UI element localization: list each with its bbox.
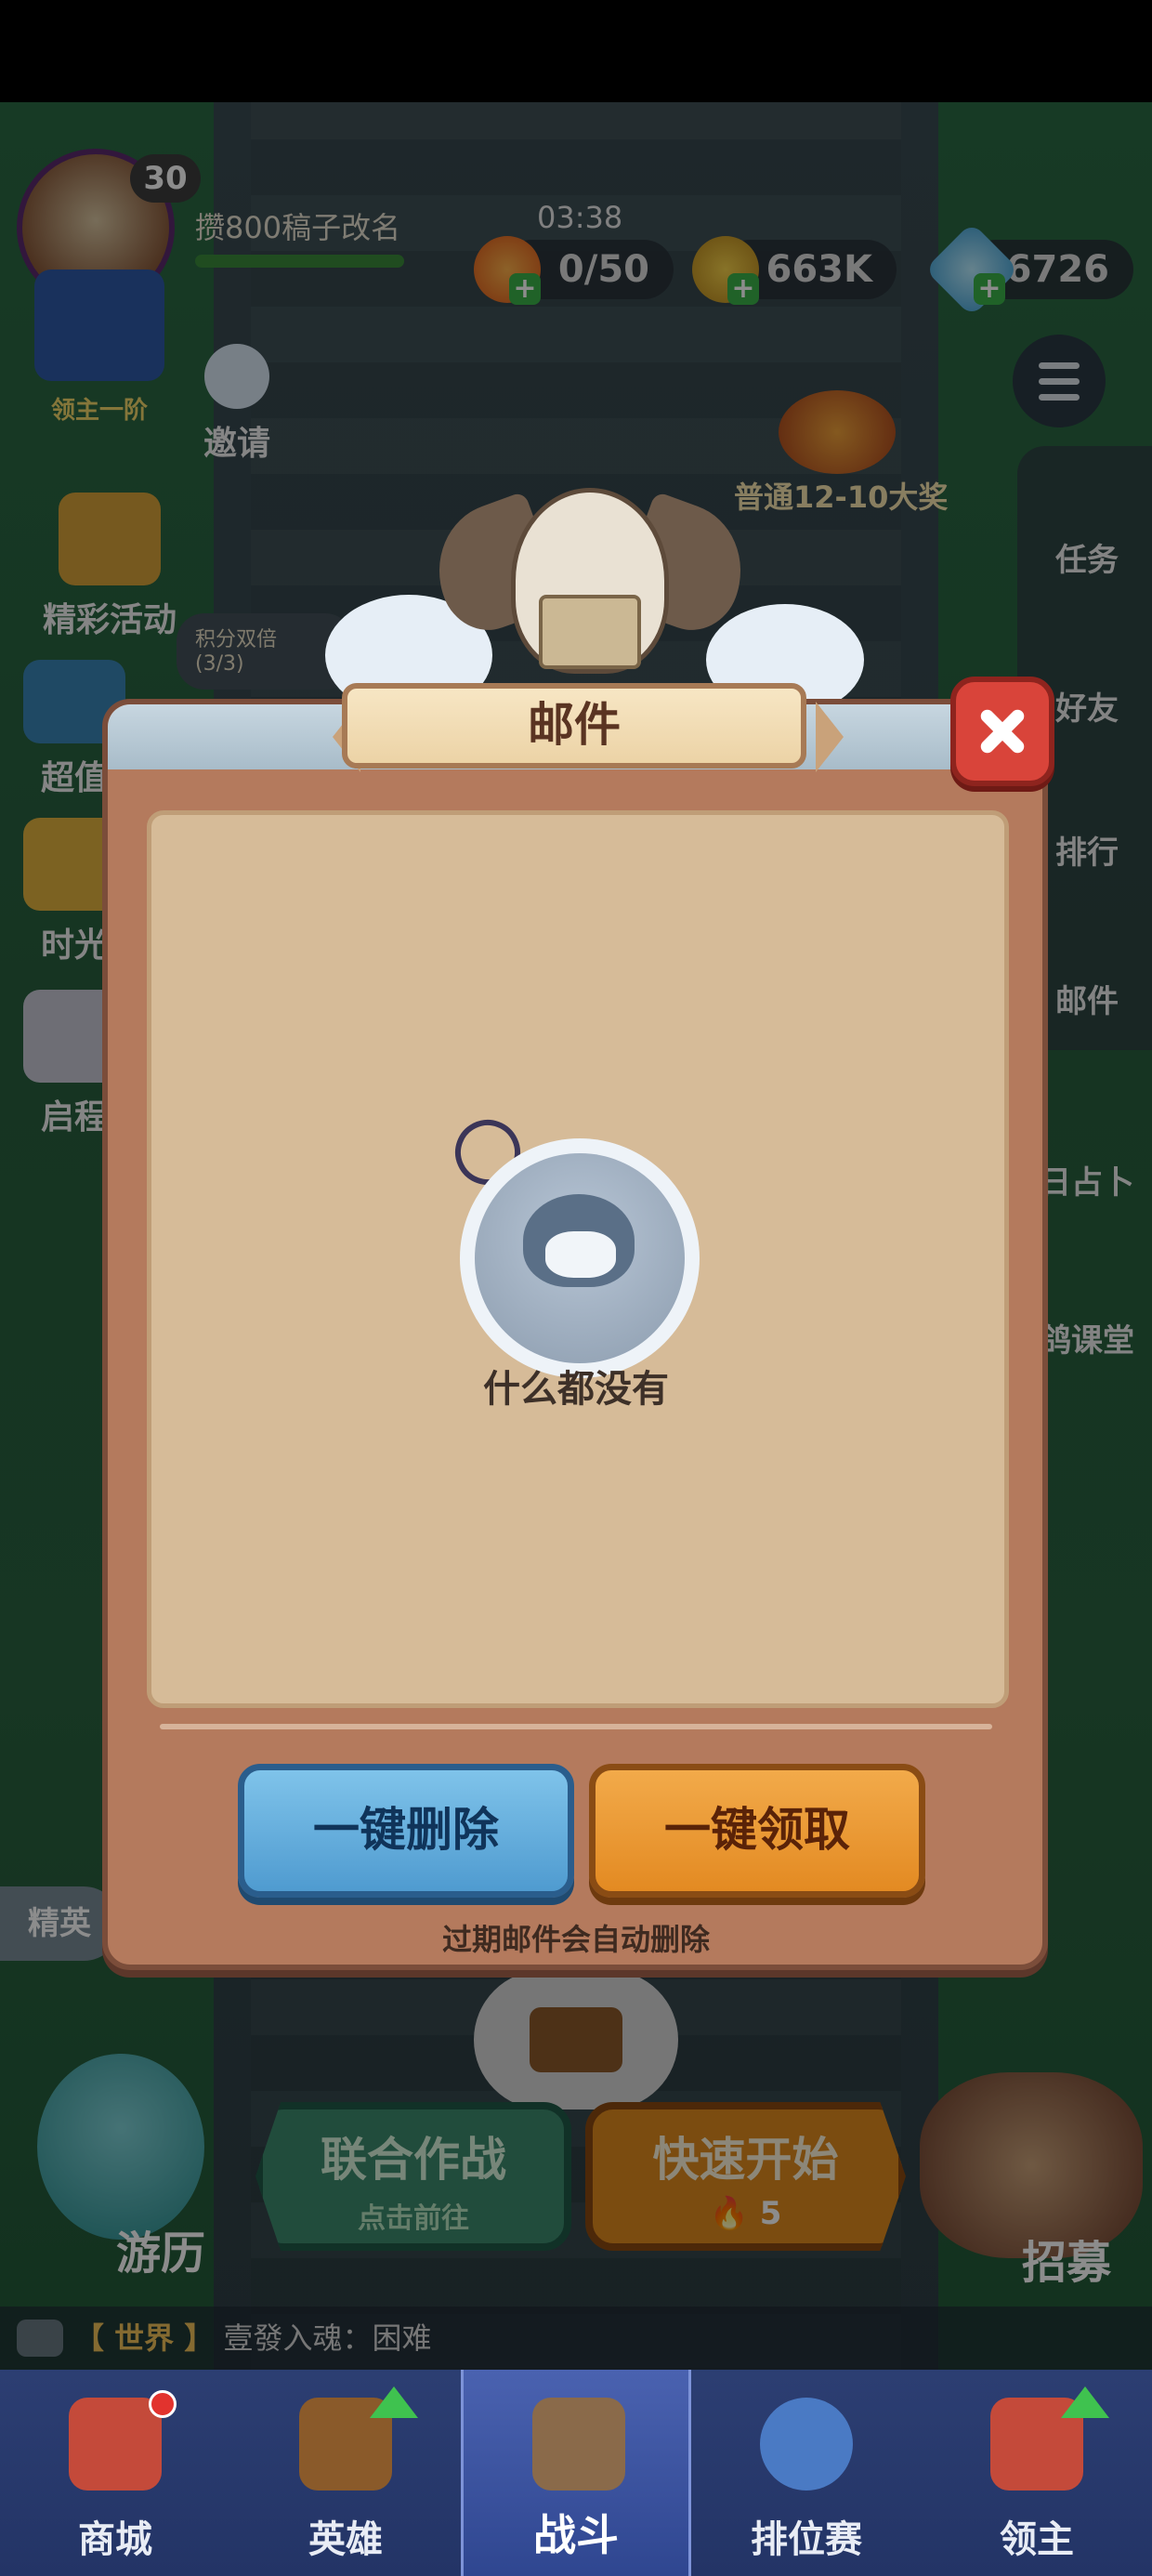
delete-all-button[interactable]: 一键删除: [238, 1764, 574, 1898]
status-bar: [0, 0, 1152, 102]
close-button[interactable]: [950, 677, 1054, 786]
bottom-nav: 商城 英雄 战斗 排位赛 领主: [0, 2370, 1152, 2576]
claim-all-button[interactable]: 一键领取: [589, 1764, 925, 1898]
shop-badge: [149, 2390, 177, 2418]
rank-shield-icon: [760, 2398, 853, 2491]
banner-tail: [816, 702, 844, 772]
upgrade-arrow-icon: [1061, 2386, 1109, 2418]
letter-icon: [539, 595, 641, 669]
nav-heroes-label: 英雄: [308, 2518, 383, 2561]
upgrade-arrow-icon: [370, 2386, 418, 2418]
nav-shop-label: 商城: [78, 2518, 152, 2561]
empty-penguin-icon: [460, 1138, 700, 1378]
shop-icon: [69, 2398, 162, 2491]
mail-owl-mascot: [419, 469, 761, 702]
nav-shop[interactable]: 商城: [0, 2370, 230, 2576]
auto-delete-note: 过期邮件会自动删除: [441, 1922, 710, 1957]
nav-ranked[interactable]: 排位赛: [691, 2370, 922, 2576]
crossed-swords-icon: [532, 2398, 625, 2491]
nav-lord-label: 领主: [1000, 2518, 1074, 2561]
nav-heroes[interactable]: 英雄: [230, 2370, 461, 2576]
nav-battle[interactable]: 战斗: [461, 2370, 691, 2576]
modal-title: 邮件: [342, 683, 806, 769]
nav-ranked-label: 排位赛: [751, 2518, 862, 2561]
divider: [160, 1724, 992, 1729]
empty-state-text: 什么都没有: [483, 1368, 669, 1411]
nav-battle-label: 战斗: [533, 2510, 619, 2560]
nav-lord[interactable]: 领主: [922, 2370, 1152, 2576]
